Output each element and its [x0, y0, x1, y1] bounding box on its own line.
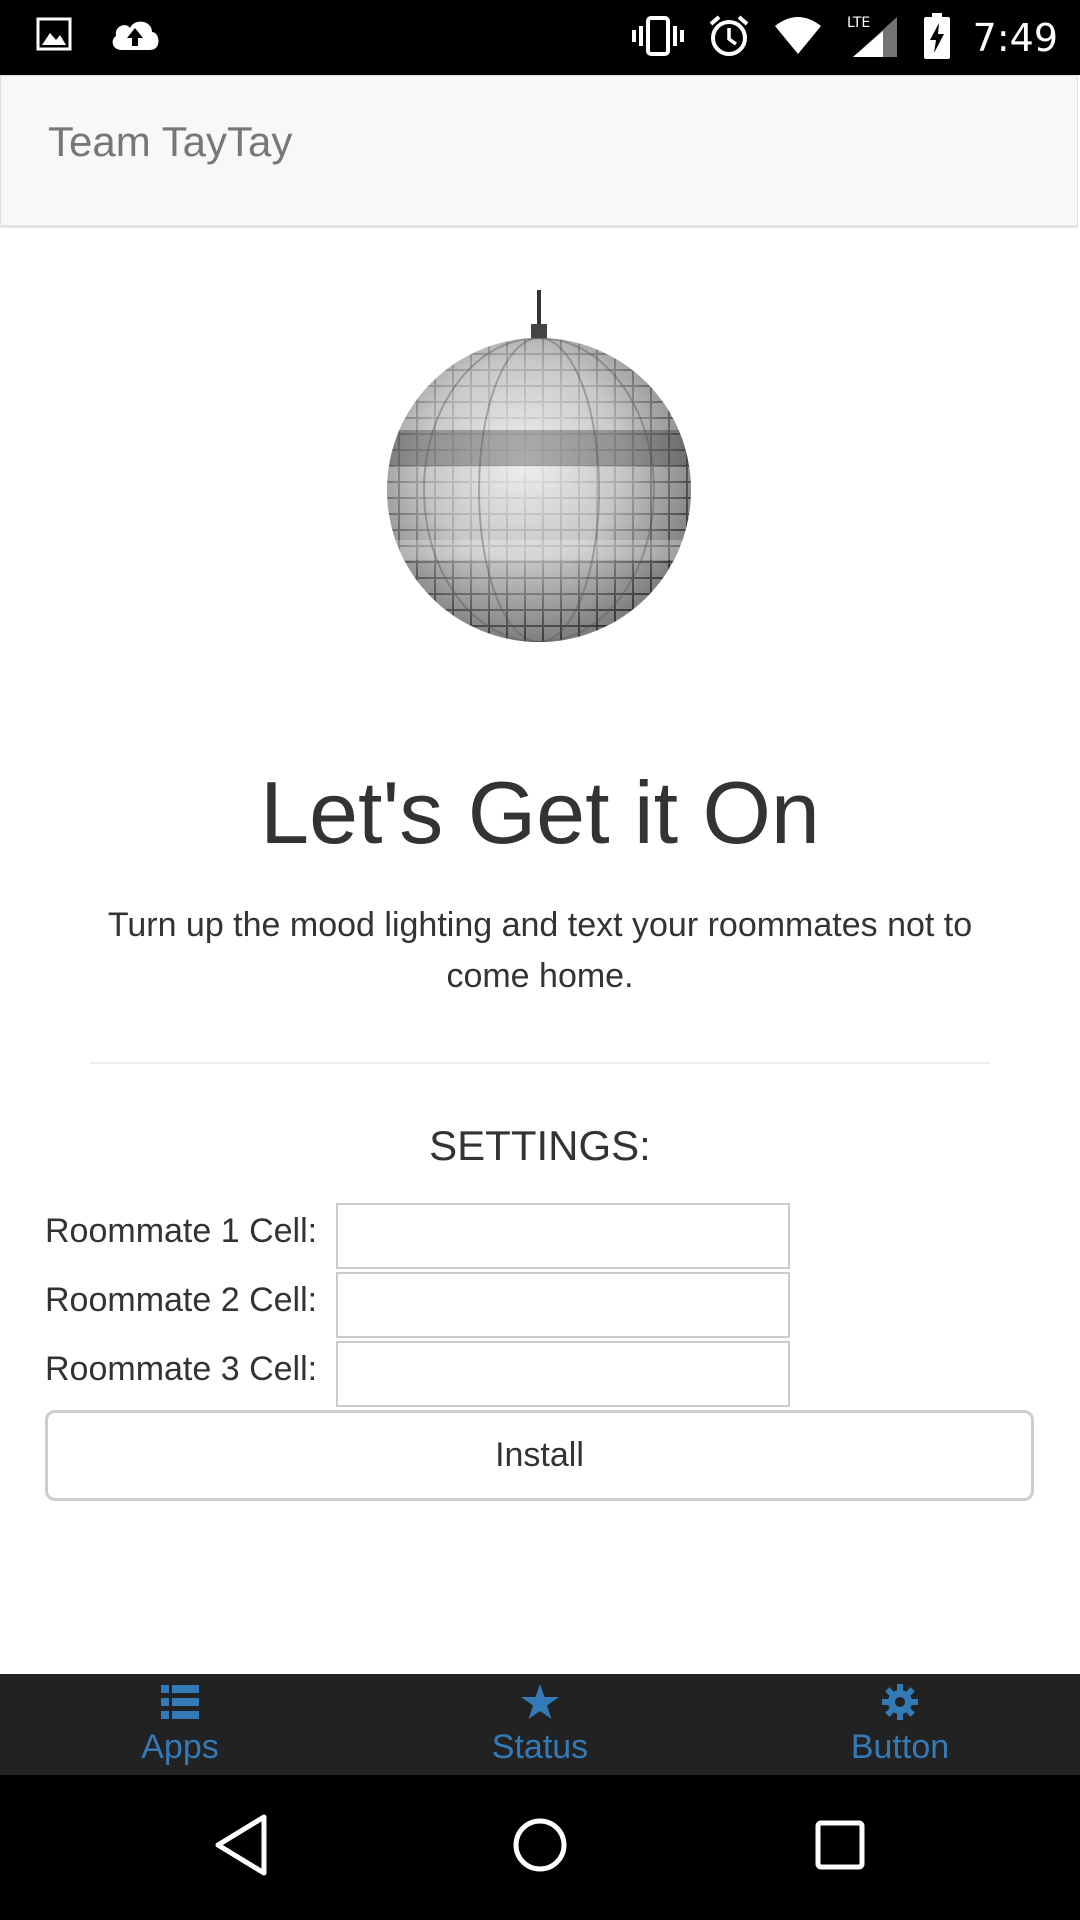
roommate-3-label: Roommate 3 Cell: [45, 1350, 318, 1388]
roommate-2-label: Roommate 2 Cell: [45, 1281, 318, 1319]
home-icon[interactable] [510, 1813, 570, 1882]
roommate-1-cell-input[interactable] [336, 1203, 790, 1269]
tab-apps[interactable]: Apps [0, 1674, 360, 1775]
tab-button-label: Button [850, 1728, 950, 1766]
page-description: Turn up the mood lighting and text your … [107, 906, 973, 995]
lte-signal-icon: LTE [845, 13, 901, 64]
status-bar: LTE 7:49 [0, 0, 1080, 75]
recents-icon[interactable] [814, 1813, 868, 1882]
alarm-icon [707, 14, 751, 63]
vibrate-icon [631, 15, 685, 61]
settings-title: SETTINGS: [429, 1122, 651, 1169]
battery-charging-icon [923, 12, 951, 64]
list-icon [161, 1682, 199, 1722]
cloud-upload-icon [108, 16, 162, 57]
page-headline: Let's Get it On [260, 763, 820, 862]
roommate-2-cell-input[interactable] [336, 1272, 790, 1338]
status-time: 7:49 [972, 16, 1058, 60]
app-header: Team TayTay [0, 75, 1078, 228]
image-icon [36, 17, 72, 56]
system-nav-bar [0, 1775, 1080, 1920]
star-icon [521, 1682, 559, 1722]
bottom-tab-bar: Apps Status Button [0, 1674, 1080, 1775]
back-icon[interactable] [214, 1813, 270, 1882]
app-title[interactable]: Team TayTay [48, 118, 292, 166]
roommate-3-cell-input[interactable] [336, 1341, 790, 1407]
tab-button[interactable]: Button [720, 1674, 1080, 1775]
divider [90, 1062, 990, 1064]
install-button[interactable]: Install [45, 1410, 1034, 1501]
tab-status-label: Status [491, 1728, 589, 1766]
gear-icon [882, 1682, 918, 1722]
roommate-1-label: Roommate 1 Cell: [45, 1212, 318, 1250]
tab-apps-label: Apps [141, 1728, 219, 1766]
disco-ball-image [363, 290, 719, 650]
tab-status[interactable]: Status [360, 1674, 720, 1775]
svg-text:LTE: LTE [847, 15, 870, 31]
wifi-icon [773, 16, 823, 61]
